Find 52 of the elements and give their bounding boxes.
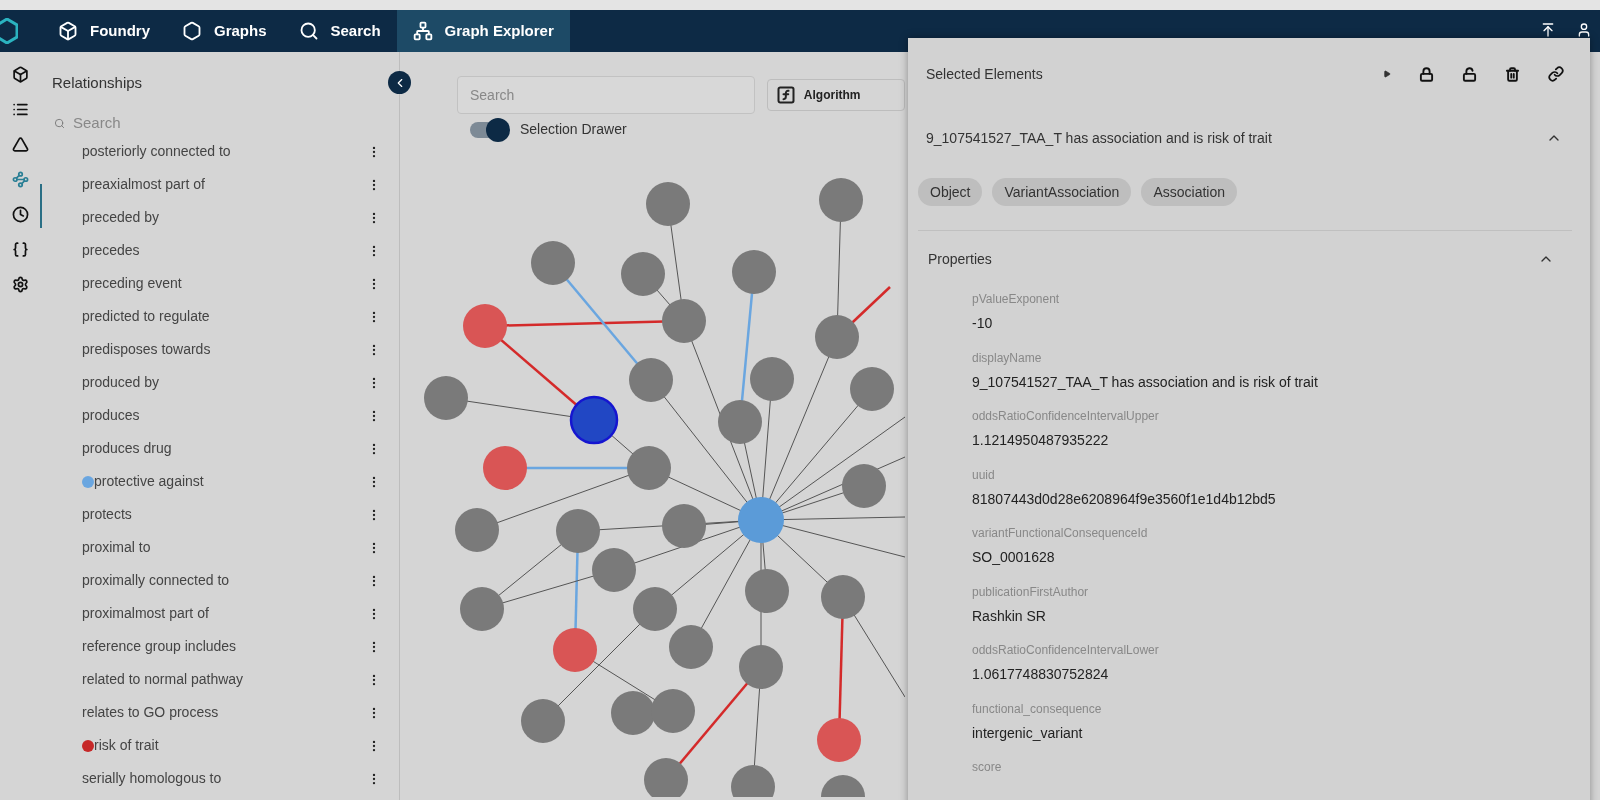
relationship-item[interactable]: protective against (94, 471, 367, 492)
relationship-item[interactable]: predisposes towards (82, 339, 367, 360)
property-value: intergenic_variant (972, 723, 1084, 743)
property-name: score (972, 759, 1003, 776)
property-value: SO_0001628 (972, 548, 1056, 567)
algorithm-button[interactable]: Algorithm (766, 79, 905, 111)
property-name: displayName (972, 349, 1043, 367)
relationship-item[interactable]: predicted to regulate (82, 306, 367, 327)
search-field[interactable]: Search (73, 111, 273, 135)
property-value: 1.1214950487935222 (972, 431, 1110, 450)
relationship-item[interactable]: relates to GO process (82, 702, 367, 723)
property-name: oddsRatioConfidenceIntervalUpper (972, 408, 1160, 425)
property-value: 81807443d0d28e6208964f9e3560f1e1d4b12bd5 (972, 489, 1277, 509)
relationship-item[interactable]: protects (82, 504, 367, 525)
nav-tab[interactable]: Graph Explorer (396, 10, 570, 52)
relationship-item[interactable]: precedes (82, 240, 367, 261)
property-value: 1.0617748830752824 (972, 665, 1110, 684)
property-value: 9_107541527_TAA_T has association and is risk of trait (972, 372, 1319, 392)
relationship-item[interactable]: produces (82, 405, 367, 426)
relationship-item[interactable]: reference group includes (82, 636, 367, 657)
element-title: 9_107541527_TAA_T has association and is risk of trait (926, 128, 1273, 148)
relationship-item[interactable]: proximally connected to (82, 570, 367, 591)
relationship-item[interactable]: related to normal pathway (82, 669, 367, 690)
property-value: Rashkin SR (972, 606, 1047, 626)
panel-title: Selected Elements (926, 64, 1044, 84)
relationship-item[interactable]: preceded by (82, 207, 367, 228)
type-tag: Object (918, 178, 983, 206)
properties-title: Properties (928, 249, 993, 269)
relationship-item[interactable]: risk of trait (94, 735, 367, 756)
property-name: functional_consequence (972, 700, 1103, 718)
nav-tab[interactable]: Search (282, 10, 397, 52)
property-name: oddsRatioConfidenceIntervalLower (972, 642, 1160, 659)
property-name: publicationFirstAuthor (972, 583, 1090, 601)
nav-tab[interactable]: Graphs (166, 10, 283, 52)
nav-tab[interactable]: Foundry (42, 10, 166, 52)
relationship-item[interactable]: posteriorly connected to (82, 141, 367, 162)
relationship-item[interactable]: proximal to (82, 537, 367, 558)
sidebar-title: Relationships (52, 73, 144, 93)
property-name: pValueExponent (972, 291, 1061, 308)
relationship-item[interactable]: produced by (82, 372, 367, 393)
toggle-label: Selection Drawer (520, 120, 627, 139)
graph-search-field[interactable]: Search (457, 76, 755, 114)
relationship-item[interactable]: serially homologous to (82, 768, 367, 789)
relationship-item[interactable]: produces drug (82, 438, 367, 459)
type-tag: Association (1141, 178, 1237, 206)
relationship-item[interactable]: preceding event (82, 273, 367, 294)
type-tag: VariantAssociation (992, 178, 1132, 206)
relationship-item[interactable]: preaxialmost part of (82, 174, 367, 195)
property-name: variantFunctionalConsequenceId (972, 525, 1149, 542)
relationship-item[interactable]: proximalmost part of (82, 603, 367, 624)
property-name: uuid (972, 466, 996, 484)
property-value: -10 (972, 314, 994, 333)
